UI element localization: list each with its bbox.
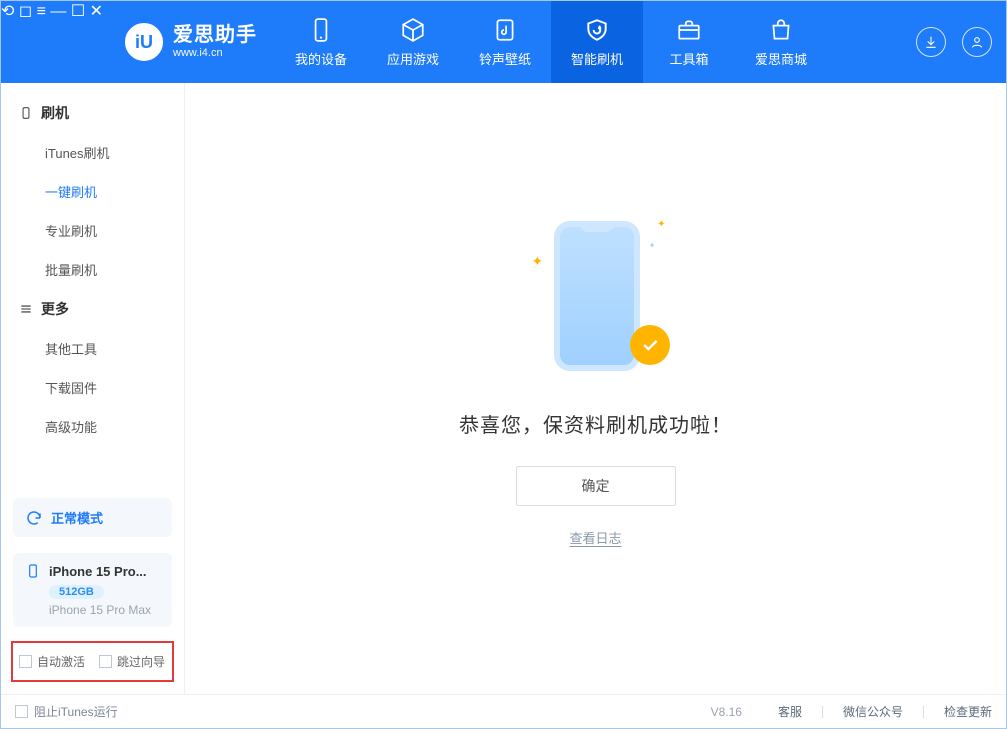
phone-outline-icon (19, 106, 33, 120)
mode-label: 正常模式 (51, 508, 103, 527)
device-card[interactable]: iPhone 15 Pro... 512GB iPhone 15 Pro Max (13, 553, 172, 627)
divider (822, 706, 823, 718)
sidebar-item-other-tools[interactable]: 其他工具 (1, 329, 184, 368)
sparkle-icon: ✦ (649, 241, 656, 250)
brand-subtitle: www.i4.cn (173, 47, 257, 60)
checkbox-auto-activate[interactable]: 自动激活 (19, 653, 85, 670)
storage-badge: 512GB (49, 585, 104, 599)
download-button[interactable] (916, 27, 946, 57)
nav-label: 我的设备 (295, 49, 347, 68)
nav-label: 爱思商城 (755, 49, 807, 68)
check-update-link[interactable]: 检查更新 (944, 703, 992, 720)
nav-flash[interactable]: 智能刷机 (551, 1, 643, 83)
maximize-icon[interactable]: ☐ (71, 3, 85, 20)
nav-my-device[interactable]: 我的设备 (275, 1, 367, 83)
cube-icon (400, 17, 426, 43)
nav-apps[interactable]: 应用游戏 (367, 1, 459, 83)
status-bar: 阻止iTunes运行 V8.16 客服 微信公众号 检查更新 (1, 694, 1006, 728)
menu-icon[interactable]: ≡ (37, 3, 46, 20)
checkbox-label: 跳过向导 (117, 653, 165, 670)
refresh-icon (25, 509, 43, 527)
sidebar-item-batch-flash[interactable]: 批量刷机 (1, 250, 184, 289)
download-icon (923, 34, 939, 50)
nav-store[interactable]: 爱思商城 (735, 1, 827, 83)
version-label: V8.16 (711, 705, 742, 719)
device-name: iPhone 15 Pro... (49, 564, 147, 579)
support-link[interactable]: 客服 (778, 703, 802, 720)
brand-logo-icon: iU (125, 23, 163, 61)
nav-label: 工具箱 (670, 49, 709, 68)
toolbox-icon (676, 17, 702, 43)
checkbox-icon (99, 655, 112, 668)
sidebar-item-oneclick-flash[interactable]: 一键刷机 (1, 172, 184, 211)
nav-label: 应用游戏 (387, 49, 439, 68)
view-log-link[interactable]: 查看日志 (569, 528, 621, 547)
user-icon (969, 34, 985, 50)
phone-icon (25, 563, 41, 579)
feedback-icon[interactable]: ⟲ (1, 3, 14, 20)
sidebar-item-download-firmware[interactable]: 下载固件 (1, 368, 184, 407)
checkbox-skip-wizard[interactable]: 跳过向导 (99, 653, 165, 670)
top-nav: 我的设备 应用游戏 铃声壁纸 智能刷机 工具箱 爱思商城 (275, 1, 827, 83)
pin-icon[interactable]: ◻ (19, 3, 32, 20)
checkbox-label: 自动激活 (37, 653, 85, 670)
sidebar-section-more[interactable]: 更多 (1, 289, 184, 329)
phone-illustration-icon (554, 221, 640, 371)
device-icon (308, 17, 334, 43)
sidebar-item-advanced[interactable]: 高级功能 (1, 407, 184, 446)
sidebar-item-itunes-flash[interactable]: iTunes刷机 (1, 133, 184, 172)
divider (923, 706, 924, 718)
success-message: 恭喜您，保资料刷机成功啦！ (459, 409, 732, 438)
music-icon (492, 17, 518, 43)
checkbox-block-itunes[interactable]: 阻止iTunes运行 (15, 703, 118, 720)
sidebar-item-pro-flash[interactable]: 专业刷机 (1, 211, 184, 250)
success-illustration: ✦ ✦ ✦ (526, 213, 666, 383)
sparkle-icon: ✦ (657, 219, 665, 230)
minimize-icon[interactable]: — (50, 3, 66, 20)
sidebar-section-flash[interactable]: 刷机 (1, 93, 184, 133)
device-model: iPhone 15 Pro Max (49, 603, 160, 617)
sparkle-icon: ✦ (532, 253, 544, 270)
account-button[interactable] (962, 27, 992, 57)
brand-title: 爱思助手 (173, 24, 257, 47)
refresh-shield-icon (584, 17, 610, 43)
nav-label: 铃声壁纸 (479, 49, 531, 68)
success-check-icon (630, 325, 670, 365)
nav-toolbox[interactable]: 工具箱 (643, 1, 735, 83)
window-controls: ⟲ ◻ ≡ — ☐ ✕ (1, 1, 103, 83)
nav-label: 智能刷机 (571, 49, 623, 68)
highlighted-options-box: 自动激活 跳过向导 (11, 641, 174, 682)
wechat-link[interactable]: 微信公众号 (843, 703, 903, 720)
sidebar-section-title: 更多 (41, 299, 69, 319)
brand: iU 爱思助手 www.i4.cn (103, 1, 275, 83)
close-icon[interactable]: ✕ (90, 3, 103, 20)
nav-ringtones[interactable]: 铃声壁纸 (459, 1, 551, 83)
device-mode-card[interactable]: 正常模式 (13, 498, 172, 537)
checkbox-icon (19, 655, 32, 668)
checkbox-label: 阻止iTunes运行 (34, 703, 118, 720)
checkbox-icon (15, 705, 28, 718)
list-icon (19, 302, 33, 316)
ok-button[interactable]: 确定 (516, 466, 676, 506)
main-content: ✦ ✦ ✦ 恭喜您，保资料刷机成功啦！ 确定 查看日志 (185, 83, 1006, 694)
sidebar: 刷机 iTunes刷机 一键刷机 专业刷机 批量刷机 更多 其他工具 下载固件 … (1, 83, 185, 694)
sidebar-section-title: 刷机 (41, 103, 69, 123)
bag-icon (768, 17, 794, 43)
